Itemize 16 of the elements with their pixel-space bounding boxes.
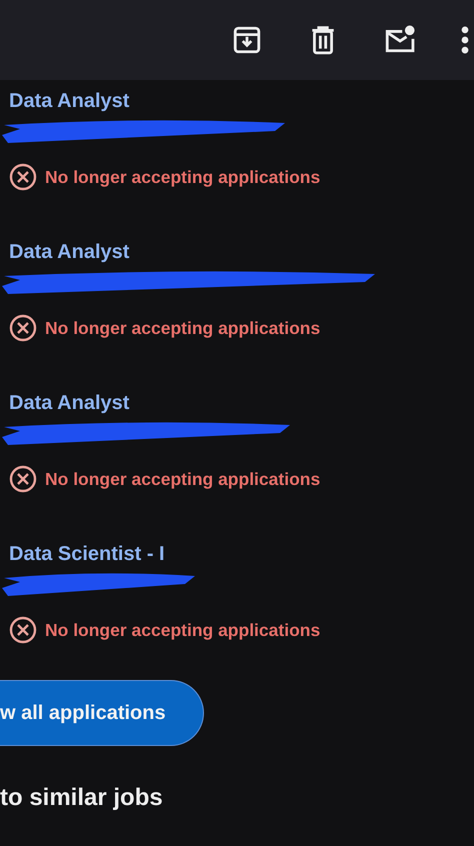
status-text: No longer accepting applications [45, 166, 320, 188]
status-text: No longer accepting applications [45, 318, 320, 338]
job-title[interactable]: Data Scientist - I [9, 543, 165, 566]
job-title[interactable]: Data Analyst [9, 90, 130, 113]
cancel-icon [9, 465, 37, 493]
view-applications-button[interactable]: w all applications [0, 680, 204, 746]
job-title[interactable]: Data Analyst [9, 241, 130, 264]
cancel-icon [9, 314, 37, 342]
status-text: No longer accepting applications [45, 468, 320, 490]
status-text: No longer accepting applications [45, 620, 320, 640]
archive-icon [232, 25, 262, 55]
cancel-icon [9, 163, 37, 191]
section-heading: to similar jobs [0, 784, 164, 812]
more-icon [461, 26, 469, 54]
cancel-icon [9, 616, 37, 644]
job-title[interactable]: Data Analyst [9, 392, 130, 415]
